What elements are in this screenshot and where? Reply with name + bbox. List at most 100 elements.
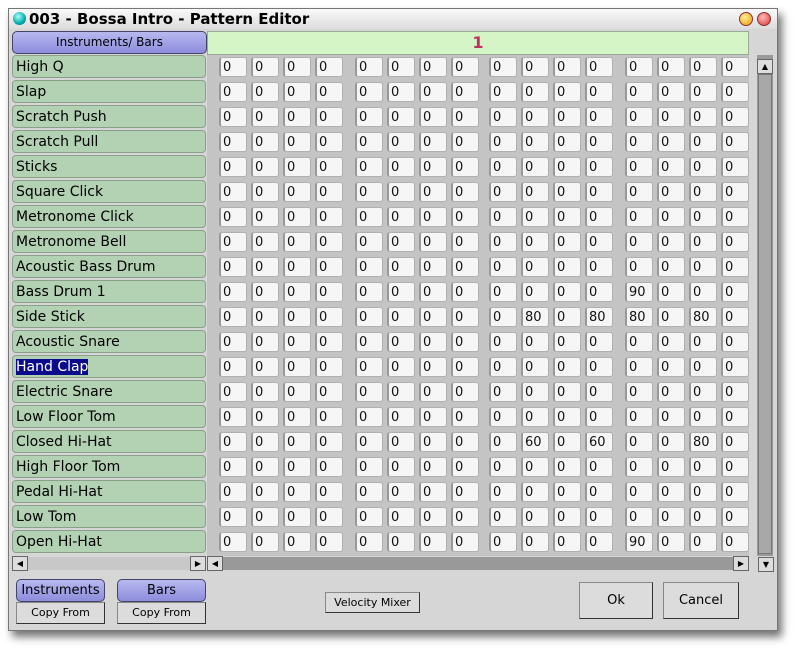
velocity-cell[interactable]: 0 <box>489 282 517 302</box>
velocity-cell[interactable]: 0 <box>721 457 749 477</box>
velocity-cell[interactable]: 0 <box>251 232 279 252</box>
velocity-cell[interactable]: 0 <box>521 207 549 227</box>
velocity-cell[interactable]: 0 <box>355 182 383 202</box>
velocity-cell[interactable]: 0 <box>283 182 311 202</box>
velocity-cell[interactable]: 0 <box>489 407 517 427</box>
velocity-cell[interactable]: 0 <box>451 457 479 477</box>
velocity-cell[interactable]: 0 <box>657 57 685 77</box>
velocity-cell[interactable]: 0 <box>521 332 549 352</box>
velocity-cell[interactable]: 0 <box>585 182 613 202</box>
velocity-cell[interactable]: 0 <box>553 107 581 127</box>
velocity-cell[interactable]: 0 <box>625 157 653 177</box>
velocity-cell[interactable]: 0 <box>585 382 613 402</box>
velocity-cell[interactable]: 0 <box>489 82 517 102</box>
velocity-cell[interactable]: 0 <box>585 207 613 227</box>
velocity-cell[interactable]: 0 <box>489 182 517 202</box>
minimize-icon[interactable] <box>739 12 753 26</box>
velocity-cell[interactable]: 0 <box>585 57 613 77</box>
velocity-cell[interactable]: 0 <box>625 482 653 502</box>
instruments-copy-from-button[interactable]: Copy From <box>16 602 105 624</box>
instrument-label[interactable]: Metronome Click <box>12 205 206 228</box>
scroll-right-icon[interactable]: ▶ <box>190 556 206 571</box>
velocity-cell[interactable]: 0 <box>721 382 749 402</box>
velocity-cell[interactable]: 0 <box>387 282 415 302</box>
velocity-cell[interactable]: 0 <box>419 482 447 502</box>
velocity-cell[interactable]: 0 <box>689 132 717 152</box>
grid-horizontal-scrollbar[interactable]: ◀ ▶ <box>207 556 749 571</box>
velocity-cell[interactable]: 80 <box>625 307 653 327</box>
velocity-cell[interactable]: 0 <box>219 407 247 427</box>
velocity-cell[interactable]: 80 <box>585 307 613 327</box>
velocity-cell[interactable]: 0 <box>585 457 613 477</box>
velocity-cell[interactable]: 0 <box>251 332 279 352</box>
velocity-cell[interactable]: 0 <box>553 507 581 527</box>
velocity-cell[interactable]: 0 <box>355 432 383 452</box>
velocity-cell[interactable]: 0 <box>625 107 653 127</box>
velocity-cell[interactable]: 0 <box>219 382 247 402</box>
velocity-cell[interactable]: 0 <box>625 457 653 477</box>
instrument-label[interactable]: Low Tom <box>12 505 206 528</box>
velocity-cell[interactable]: 0 <box>657 432 685 452</box>
velocity-cell[interactable]: 0 <box>283 107 311 127</box>
velocity-cell[interactable]: 0 <box>689 82 717 102</box>
velocity-cell[interactable]: 0 <box>251 532 279 552</box>
velocity-cell[interactable]: 0 <box>721 307 749 327</box>
velocity-cell[interactable]: 0 <box>387 532 415 552</box>
velocity-cell[interactable]: 0 <box>451 107 479 127</box>
velocity-cell[interactable]: 0 <box>625 182 653 202</box>
velocity-cell[interactable]: 0 <box>689 107 717 127</box>
velocity-cell[interactable]: 0 <box>721 507 749 527</box>
velocity-cell[interactable]: 60 <box>521 432 549 452</box>
velocity-cell[interactable]: 0 <box>657 282 685 302</box>
velocity-cell[interactable]: 0 <box>451 532 479 552</box>
velocity-cell[interactable]: 0 <box>721 282 749 302</box>
velocity-cell[interactable]: 0 <box>625 57 653 77</box>
velocity-cell[interactable]: 0 <box>283 157 311 177</box>
velocity-cell[interactable]: 0 <box>251 457 279 477</box>
velocity-cell[interactable]: 0 <box>689 382 717 402</box>
velocity-cell[interactable]: 0 <box>521 232 549 252</box>
velocity-cell[interactable]: 0 <box>451 207 479 227</box>
velocity-cell[interactable]: 0 <box>355 507 383 527</box>
velocity-cell[interactable]: 0 <box>251 382 279 402</box>
velocity-cell[interactable]: 0 <box>489 307 517 327</box>
velocity-cell[interactable]: 0 <box>657 207 685 227</box>
velocity-cell[interactable]: 0 <box>251 107 279 127</box>
velocity-cell[interactable]: 0 <box>689 332 717 352</box>
velocity-cell[interactable]: 0 <box>419 407 447 427</box>
velocity-cell[interactable]: 0 <box>451 232 479 252</box>
velocity-cell[interactable]: 0 <box>721 482 749 502</box>
velocity-cell[interactable]: 0 <box>657 182 685 202</box>
instrument-label[interactable]: Sticks <box>12 155 206 178</box>
velocity-cell[interactable]: 0 <box>721 257 749 277</box>
velocity-cell[interactable]: 0 <box>489 432 517 452</box>
scroll-down-icon[interactable]: ▼ <box>758 557 774 572</box>
velocity-cell[interactable]: 0 <box>521 82 549 102</box>
velocity-cell[interactable]: 0 <box>489 382 517 402</box>
velocity-cell[interactable]: 0 <box>553 207 581 227</box>
velocity-cell[interactable]: 0 <box>315 282 343 302</box>
velocity-cell[interactable]: 0 <box>657 107 685 127</box>
instrument-label[interactable]: Hand Clap <box>12 355 206 378</box>
velocity-cell[interactable]: 0 <box>521 107 549 127</box>
velocity-cell[interactable]: 0 <box>721 107 749 127</box>
velocity-cell[interactable]: 0 <box>283 507 311 527</box>
instrument-label[interactable]: Bass Drum 1 <box>12 280 206 303</box>
velocity-cell[interactable]: 0 <box>419 157 447 177</box>
instrument-label[interactable]: Acoustic Bass Drum <box>12 255 206 278</box>
velocity-cell[interactable]: 0 <box>387 257 415 277</box>
velocity-cell[interactable]: 0 <box>315 307 343 327</box>
velocity-cell[interactable]: 0 <box>721 207 749 227</box>
scroll-left-icon[interactable]: ◀ <box>12 556 28 571</box>
velocity-cell[interactable]: 0 <box>689 232 717 252</box>
velocity-cell[interactable]: 0 <box>315 132 343 152</box>
velocity-cell[interactable]: 0 <box>219 332 247 352</box>
velocity-cell[interactable]: 0 <box>387 232 415 252</box>
velocity-cell[interactable]: 0 <box>315 507 343 527</box>
velocity-cell[interactable]: 0 <box>489 257 517 277</box>
velocity-cell[interactable]: 0 <box>387 507 415 527</box>
velocity-cell[interactable]: 0 <box>419 457 447 477</box>
cancel-button[interactable]: Cancel <box>663 582 739 619</box>
velocity-cell[interactable]: 0 <box>315 407 343 427</box>
velocity-cell[interactable]: 0 <box>419 307 447 327</box>
